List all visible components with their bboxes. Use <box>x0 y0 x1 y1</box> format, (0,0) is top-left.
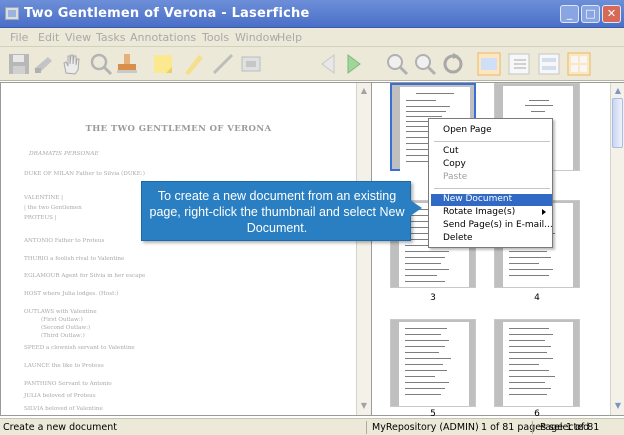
document-line: SPEED a clownish servant to Valentine <box>24 345 135 351</box>
zoom-out-icon[interactable] <box>412 51 438 77</box>
document-line: DUKE OF MILAN Father to Silvia (DUKE:) <box>24 171 145 177</box>
status-bar: Create a new document MyRepository (ADMI… <box>0 418 624 435</box>
context-menu-copy[interactable]: Copy <box>443 159 466 169</box>
zoom-in-icon[interactable] <box>384 51 410 77</box>
app-icon <box>5 7 19 20</box>
menu-window[interactable]: Window <box>235 31 278 44</box>
close-button[interactable]: ✕ <box>602 5 621 23</box>
document-line: VALENTINE | <box>24 195 63 201</box>
menu-help[interactable]: Help <box>277 31 302 44</box>
status-message: Create a new document <box>3 422 118 433</box>
text-view-icon[interactable] <box>506 51 532 77</box>
status-divider <box>532 421 533 434</box>
document-line: (First Outlaw:) <box>41 317 83 323</box>
page-thumbnail[interactable] <box>390 319 476 407</box>
document-line: OUTLAWS with Valentine <box>24 309 97 315</box>
document-line: ANTONIO Father to Proteus <box>24 238 105 244</box>
grid-view-icon[interactable] <box>566 51 592 77</box>
context-menu-cut[interactable]: Cut <box>443 146 459 156</box>
document-line: PANTHINO Servant to Antonio <box>24 381 112 387</box>
document-viewer[interactable]: THE TWO GENTLEMEN OF VERONA DRAMATIS PER… <box>0 82 371 416</box>
document-line: (Third Outlaw:) <box>41 333 85 339</box>
status-divider <box>366 421 367 434</box>
context-menu-delete[interactable]: Delete <box>443 233 473 243</box>
menu-separator <box>434 188 550 189</box>
context-menu-paste: Paste <box>443 172 468 182</box>
menu-tools[interactable]: Tools <box>202 31 229 44</box>
scrollbar-thumb[interactable] <box>612 98 623 148</box>
menu-view[interactable]: View <box>65 31 91 44</box>
document-line: SILVIA beloved of Valentine <box>24 406 103 412</box>
page-thumbnail[interactable] <box>494 319 580 407</box>
document-line: PROTEUS | <box>24 215 57 221</box>
scan-icon[interactable] <box>30 51 56 77</box>
status-repository: MyRepository (ADMIN) <box>372 422 479 433</box>
window-title: Two Gentlemen of Verona - Laserfiche <box>24 6 310 21</box>
menu-annotations[interactable]: Annotations <box>130 31 196 44</box>
document-line: (Second Outlaw:) <box>41 325 91 331</box>
document-line: | the two Gentlemen <box>24 205 82 211</box>
save-icon[interactable] <box>6 51 32 77</box>
line-draw-icon[interactable] <box>210 51 236 77</box>
menu-edit[interactable]: Edit <box>38 31 59 44</box>
thumbnail-label: 4 <box>534 293 540 303</box>
sticky-note-icon[interactable] <box>150 51 176 77</box>
menu-separator <box>434 141 550 142</box>
toolbar <box>0 47 624 81</box>
scroll-down-arrow-icon[interactable]: ▼ <box>358 400 370 412</box>
document-scrollbar[interactable]: ▲ ▼ <box>356 83 371 415</box>
document-title: THE TWO GENTLEMEN OF VERONA <box>85 124 272 134</box>
scroll-up-arrow-icon[interactable]: ▲ <box>612 85 624 97</box>
status-page: Page 1 of 81 <box>540 422 600 433</box>
menu-tasks[interactable]: Tasks <box>96 31 125 44</box>
redaction-icon[interactable] <box>238 51 264 77</box>
minimize-button[interactable]: _ <box>560 5 579 23</box>
fields-view-icon[interactable] <box>536 51 562 77</box>
submenu-arrow-icon <box>542 209 546 215</box>
scroll-down-arrow-icon[interactable]: ▼ <box>612 400 624 412</box>
pan-hand-icon[interactable] <box>58 51 84 77</box>
document-line: JULIA beloved of Proteus <box>24 393 96 399</box>
document-line: DRAMATIS PERSONAE <box>29 151 99 157</box>
document-line: HOST where Julia lodges. (Host:) <box>24 291 119 297</box>
maximize-button[interactable]: □ <box>581 5 600 23</box>
rotate-icon[interactable] <box>440 51 466 77</box>
previous-page-icon[interactable] <box>316 51 342 77</box>
menu-bar: File Edit View Tasks Annotations Tools W… <box>0 28 624 47</box>
context-menu-send-email[interactable]: Send Page(s) in E-mail... <box>443 220 553 230</box>
menu-file[interactable]: File <box>10 31 28 44</box>
stamp-icon[interactable] <box>114 51 140 77</box>
search-icon[interactable] <box>88 51 114 77</box>
context-menu-new-document[interactable]: New Document <box>443 194 512 204</box>
tutorial-callout: To create a new document from an existin… <box>141 181 411 241</box>
scroll-up-arrow-icon[interactable]: ▲ <box>358 85 370 97</box>
context-menu-rotate-images[interactable]: Rotate Image(s) <box>443 207 515 217</box>
context-menu-open-page[interactable]: Open Page <box>443 125 492 135</box>
context-menu: Open Page Cut Copy Paste New Document Ro… <box>428 118 553 248</box>
document-line: EGLAMOUR Agent for Silvia in her escape <box>24 273 146 279</box>
thumbnail-scrollbar[interactable]: ▲ ▼ <box>610 83 624 415</box>
document-line: LAUNCE the like to Proteus <box>24 363 104 369</box>
document-line: THURIO a foolish rival to Valentine <box>24 256 125 262</box>
callout-pointer <box>410 200 422 216</box>
callout-text: To create a new document from an existin… <box>149 189 405 235</box>
highlighter-icon[interactable] <box>180 51 206 77</box>
title-bar: Two Gentlemen of Verona - Laserfiche _ □… <box>0 0 624 28</box>
thumbnail-label: 3 <box>430 293 436 303</box>
next-page-icon[interactable] <box>340 51 366 77</box>
thumbnails-view-icon[interactable] <box>476 51 502 77</box>
